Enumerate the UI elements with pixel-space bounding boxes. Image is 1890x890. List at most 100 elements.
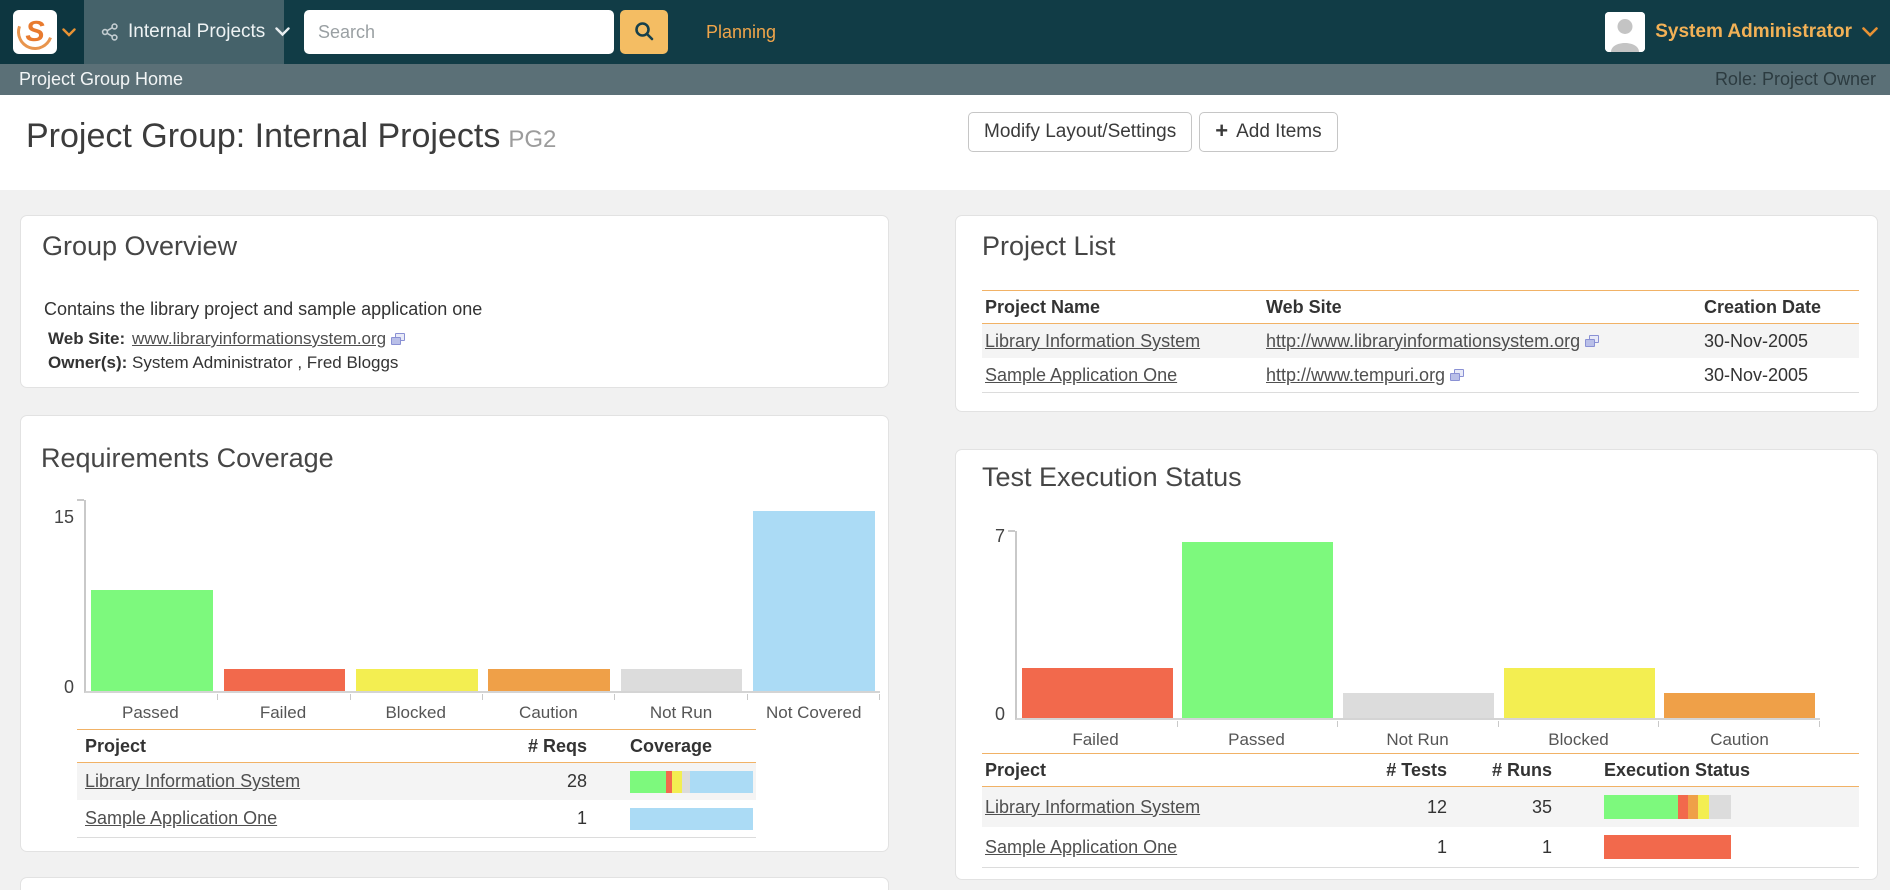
status-segment-notrun xyxy=(1709,795,1731,819)
chart-category-label: Blocked xyxy=(1548,730,1609,749)
chart-bar-caution xyxy=(1664,692,1816,718)
add-items-button[interactable]: + Add Items xyxy=(1199,112,1338,152)
chart-category-label: Failed xyxy=(259,703,307,722)
project-name-cell: Sample Application One xyxy=(77,808,507,829)
chevron-down-icon[interactable] xyxy=(62,27,76,37)
table-row: Sample Application One 1 xyxy=(77,800,756,837)
table-header: Project # Reqs Coverage xyxy=(77,729,756,763)
website-link[interactable]: http://www.libraryinformationsystem.org xyxy=(1266,331,1580,351)
test-execution-table: Project # Tests # Runs Execution Status … xyxy=(982,753,1859,868)
chart-category-label: Failed xyxy=(1072,730,1119,749)
chevron-down-icon xyxy=(275,27,290,37)
project-name-cell: Library Information System xyxy=(982,331,1262,352)
search-icon xyxy=(633,20,655,45)
chart-slot xyxy=(1017,531,1178,727)
test-execution-panel: Test Execution Status Failed Passed Not Ru… xyxy=(955,449,1878,880)
column-header-runs: # Runs xyxy=(1491,759,1552,780)
chart-category-label: Passed xyxy=(121,703,179,722)
status-segment-notcovered xyxy=(690,770,753,793)
owners-label: Owner(s): xyxy=(48,353,128,372)
chart-category-label: Not Run xyxy=(1386,730,1449,749)
chart-bar-passed xyxy=(1182,542,1334,718)
project-name-cell: Library Information System xyxy=(982,797,1362,818)
page-title: Project Group: Internal Projects PG2 xyxy=(26,117,556,156)
chart-bar-passed xyxy=(91,589,214,691)
web-site-cell: http://www.tempuri.org xyxy=(1262,365,1688,386)
creation-date-cell: 30-Nov-2005 xyxy=(1704,330,1809,351)
status-segment-failed xyxy=(1677,795,1688,819)
column-header-creation-date: Creation Date xyxy=(1704,296,1822,317)
project-selector-label: Internal Projects xyxy=(128,21,266,42)
coverage-cell xyxy=(627,770,756,793)
project-selector[interactable]: Internal Projects xyxy=(84,0,290,64)
project-link[interactable]: Sample Application One xyxy=(985,365,1177,385)
chart-bar-failed xyxy=(1021,667,1173,718)
nav-item-planning[interactable]: Planning xyxy=(706,22,776,43)
project-link[interactable]: Library Information System xyxy=(85,771,300,791)
coverage-minibar xyxy=(630,770,753,793)
status-segment-failed xyxy=(1604,835,1731,859)
status-segment-passed xyxy=(630,770,666,793)
chart-slot xyxy=(483,500,616,700)
column-header-execution-status: Execution Status xyxy=(1604,759,1751,780)
test-count-cell: 1 xyxy=(1436,836,1447,857)
dashboard-content: Group Overview Contains the library proj… xyxy=(0,190,1890,890)
product-logo-menu[interactable]: S xyxy=(0,0,84,64)
project-link[interactable]: Sample Application One xyxy=(985,837,1177,857)
project-list-table: Project Name Web Site Creation Date Libr… xyxy=(982,290,1859,393)
chevron-down-icon[interactable] xyxy=(1862,27,1878,37)
user-menu: System Administrator xyxy=(1605,12,1878,52)
column-header-reqs: # Reqs xyxy=(527,735,587,756)
external-window-icon xyxy=(1585,334,1600,348)
chart-bar-not-covered xyxy=(752,511,875,691)
y-tick-label: 15 xyxy=(53,506,74,527)
table-row: Library Information System 12 35 xyxy=(982,787,1859,827)
modify-layout-button[interactable]: Modify Layout/Settings xyxy=(968,112,1193,152)
project-name-cell: Sample Application One xyxy=(982,837,1362,858)
table-header: Project Name Web Site Creation Date xyxy=(982,290,1859,324)
group-website-link[interactable]: www.libraryinformationsystem.org xyxy=(132,329,386,349)
external-window-icon xyxy=(1450,368,1465,382)
status-segment-notrun xyxy=(681,770,691,793)
owners-value: System Administrator , Fred Bloggs xyxy=(132,353,399,372)
group-description: Contains the library project and sample … xyxy=(44,299,483,319)
project-link[interactable]: Library Information System xyxy=(985,331,1200,351)
requirements-coverage-body: Library Information System 28 Sample Appli… xyxy=(77,763,756,838)
avatar[interactable] xyxy=(1605,12,1646,52)
spira-logo: S xyxy=(11,8,59,56)
project-name-cell: Sample Application One xyxy=(982,365,1262,386)
add-items-label: Add Items xyxy=(1236,121,1322,142)
req-count-cell: 1 xyxy=(576,808,587,828)
project-list-body: Library Information System http://www.lib… xyxy=(982,324,1859,393)
search-button[interactable] xyxy=(620,10,668,54)
project-link[interactable]: Library Information System xyxy=(985,797,1200,817)
y-tick-label: 0 xyxy=(994,704,1005,724)
user-name[interactable]: System Administrator xyxy=(1655,21,1852,43)
chart-bar-blocked xyxy=(1503,667,1655,718)
y-tick-label: 0 xyxy=(63,677,74,697)
app-window: S Internal Projects Search Planning Syst… xyxy=(0,0,1890,890)
category-axis: Passed Failed Blocked Caution Not Run Not Cov… xyxy=(84,703,880,723)
website-link[interactable]: http://www.tempuri.org xyxy=(1266,365,1445,385)
run-count-cell: 1 xyxy=(1541,836,1552,857)
page-title-text: Project Group: Internal Projects xyxy=(26,117,501,155)
chart-category-label: Caution xyxy=(1710,730,1769,749)
project-link[interactable]: Sample Application One xyxy=(85,808,277,828)
requirements-coverage-panel: Requirements Coverage Passed Failed Blocke… xyxy=(20,415,889,852)
breadcrumb[interactable]: Project Group Home xyxy=(19,69,183,90)
project-name-cell: Library Information System xyxy=(77,771,507,792)
coverage-minibar xyxy=(630,807,753,830)
search-input[interactable] xyxy=(304,10,614,54)
column-header-project: Project xyxy=(85,735,147,756)
status-segment-passed xyxy=(1604,795,1678,819)
category-axis: Failed Passed Not Run Blocked Caution xyxy=(1015,730,1820,750)
logo-letter: S xyxy=(25,15,45,48)
chart-bar-not-run xyxy=(1343,692,1494,718)
project-group-icon xyxy=(101,23,119,41)
page-header: Project Group: Internal Projects PG2 Modi… xyxy=(0,95,1890,190)
coverage-cell xyxy=(627,807,756,830)
column-header-tests: # Tests xyxy=(1386,759,1447,780)
chart-bar-not-run xyxy=(620,668,743,691)
status-segment-blocked xyxy=(1697,795,1710,819)
chart-slot xyxy=(615,500,748,700)
